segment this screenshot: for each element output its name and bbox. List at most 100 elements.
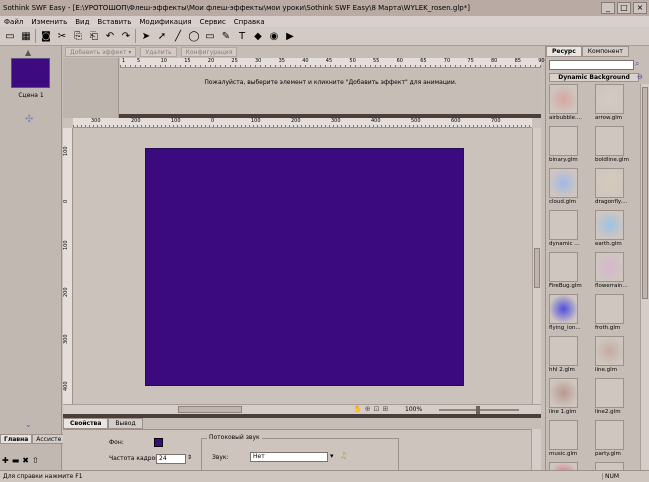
add-icon[interactable]: ✚ (2, 456, 9, 465)
preview-icon[interactable]: ◉ (267, 29, 281, 43)
stage[interactable] (145, 148, 464, 386)
tab-assistant[interactable]: Ассисте (32, 434, 66, 444)
fps-stepper-icon[interactable]: ⇕ (187, 454, 192, 461)
resource-thumbnail[interactable] (595, 420, 624, 450)
move-up-icon[interactable]: ⇧ (32, 456, 39, 465)
ellipse-icon[interactable]: ◯ (187, 29, 201, 43)
tab-main[interactable]: Главна (0, 434, 33, 444)
add-scene-icon[interactable]: ✣ (25, 114, 33, 125)
resource-thumbnail[interactable] (595, 336, 624, 366)
rectangle-icon[interactable]: ▭ (203, 29, 217, 43)
duplicate-icon[interactable]: ▬ (12, 456, 20, 465)
resource-thumbnail[interactable] (549, 84, 578, 114)
resource-thumbnail[interactable] (595, 294, 624, 324)
resource-item[interactable]: line 1.glm (549, 378, 592, 419)
canvas-hscrollbar[interactable]: ✋ ⊕ ⊡ ⊞ 100% (63, 404, 541, 414)
zoom-100-icon[interactable]: ⊞ (382, 405, 388, 413)
scroll-thumb[interactable] (534, 248, 540, 288)
menu-modify[interactable]: Модификация (139, 18, 191, 26)
add-effect-button[interactable]: Добавить эффект ▾ (65, 46, 137, 57)
resource-item[interactable]: earth.glm (595, 210, 638, 251)
delete-effect-button[interactable]: Удалить (140, 46, 177, 57)
text-icon[interactable]: T (235, 29, 249, 43)
resource-item[interactable]: line2.glm (595, 378, 638, 419)
delete-icon[interactable]: ✖ (22, 456, 29, 465)
menu-view[interactable]: Вид (75, 18, 89, 26)
resource-thumbnail[interactable] (595, 378, 624, 408)
category-header[interactable]: Dynamic Background (549, 73, 639, 82)
tab-properties[interactable]: Свойства (63, 418, 109, 429)
scroll-thumb[interactable] (642, 87, 648, 299)
tab-resource[interactable]: Ресурс (546, 46, 582, 57)
menu-file[interactable]: Файл (4, 18, 23, 26)
resource-thumbnail[interactable] (549, 294, 578, 324)
resource-thumbnail[interactable] (595, 84, 624, 114)
close-button[interactable]: × (633, 2, 647, 14)
configure-effect-button[interactable]: Конфигурация (180, 46, 238, 57)
pencil-icon[interactable]: ✎ (219, 29, 233, 43)
subselect-icon[interactable]: ➚ (155, 29, 169, 43)
resource-item[interactable]: flying_ion... (549, 294, 592, 335)
resource-item[interactable]: party.glm (595, 420, 638, 461)
copy-icon[interactable]: ⎘ (71, 29, 85, 43)
menu-edit[interactable]: Изменить (31, 18, 67, 26)
resource-thumbnail[interactable] (549, 336, 578, 366)
resource-thumbnail[interactable] (549, 252, 578, 282)
cut-icon[interactable]: ✂ (55, 29, 69, 43)
resource-scrollbar[interactable] (640, 84, 649, 470)
menu-tools[interactable]: Сервис (200, 18, 226, 26)
resource-item[interactable]: boldline.glm (595, 126, 638, 167)
open-icon[interactable]: ▦ (19, 29, 33, 43)
save-icon[interactable]: ◙ (39, 29, 53, 43)
resource-thumbnail[interactable] (549, 378, 578, 408)
resource-item[interactable]: arrow.glm (595, 84, 638, 125)
resource-item[interactable]: froth.glm (595, 294, 638, 335)
resource-thumbnail[interactable] (595, 252, 624, 282)
fps-input[interactable]: 24 (156, 454, 186, 464)
search-icon[interactable]: ⌕ (635, 59, 639, 69)
fit-icon[interactable]: ⊡ (374, 405, 380, 413)
menu-insert[interactable]: Вставить (97, 18, 131, 26)
tab-output[interactable]: Вывод (108, 418, 143, 429)
new-file-icon[interactable]: ▭ (3, 29, 17, 43)
resource-item[interactable]: FireBug.glm (549, 252, 592, 293)
zoom-icon[interactable]: ⊕ (365, 405, 371, 413)
resource-item[interactable]: hhl 2.glm (549, 336, 592, 377)
resource-thumbnail[interactable] (549, 420, 578, 450)
line-icon[interactable]: ╱ (171, 29, 185, 43)
props-scrollbar[interactable] (531, 429, 541, 474)
resource-search-input[interactable] (549, 60, 634, 70)
resource-item[interactable]: line.glm (595, 336, 638, 377)
resource-item[interactable]: binary.glm (549, 126, 592, 167)
scroll-down-icon[interactable]: ⌄ (25, 420, 32, 429)
resource-thumbnail[interactable] (595, 168, 624, 198)
zoom-slider-knob[interactable] (476, 406, 480, 414)
undo-icon[interactable]: ↶ (103, 29, 117, 43)
minimize-button[interactable]: _ (601, 2, 615, 14)
resource-item[interactable]: airbubble.... (549, 84, 592, 125)
resource-thumbnail[interactable] (595, 126, 624, 156)
canvas-vscrollbar[interactable] (532, 128, 541, 404)
publish-icon[interactable]: ▶ (283, 29, 297, 43)
resource-thumbnail[interactable] (549, 210, 578, 240)
resource-item[interactable]: cloud.glm (549, 168, 592, 209)
select-icon[interactable]: ➤ (139, 29, 153, 43)
resource-item[interactable]: music.glm (549, 420, 592, 461)
tab-component[interactable]: Компонент (581, 46, 629, 57)
resource-thumbnail[interactable] (549, 168, 578, 198)
resource-thumbnail[interactable] (595, 210, 624, 240)
dropdown-arrow-icon[interactable]: ▾ (330, 452, 334, 460)
background-color-swatch[interactable] (154, 438, 163, 447)
scene-thumbnail[interactable] (11, 58, 50, 88)
sound-library-icon[interactable]: ♫ (340, 451, 347, 460)
maximize-button[interactable]: □ (617, 2, 631, 14)
resource-item[interactable]: flowerrain... (595, 252, 638, 293)
resource-thumbnail[interactable] (549, 126, 578, 156)
scroll-up-icon[interactable]: ▲ (25, 48, 31, 57)
hand-icon[interactable]: ✋ (353, 405, 362, 413)
menu-help[interactable]: Справка (234, 18, 265, 26)
paste-icon[interactable]: ⎗ (87, 29, 101, 43)
scroll-thumb[interactable] (178, 406, 242, 413)
resource-item[interactable]: dynamic ... (549, 210, 592, 251)
sound-select[interactable]: Нет (250, 452, 328, 462)
